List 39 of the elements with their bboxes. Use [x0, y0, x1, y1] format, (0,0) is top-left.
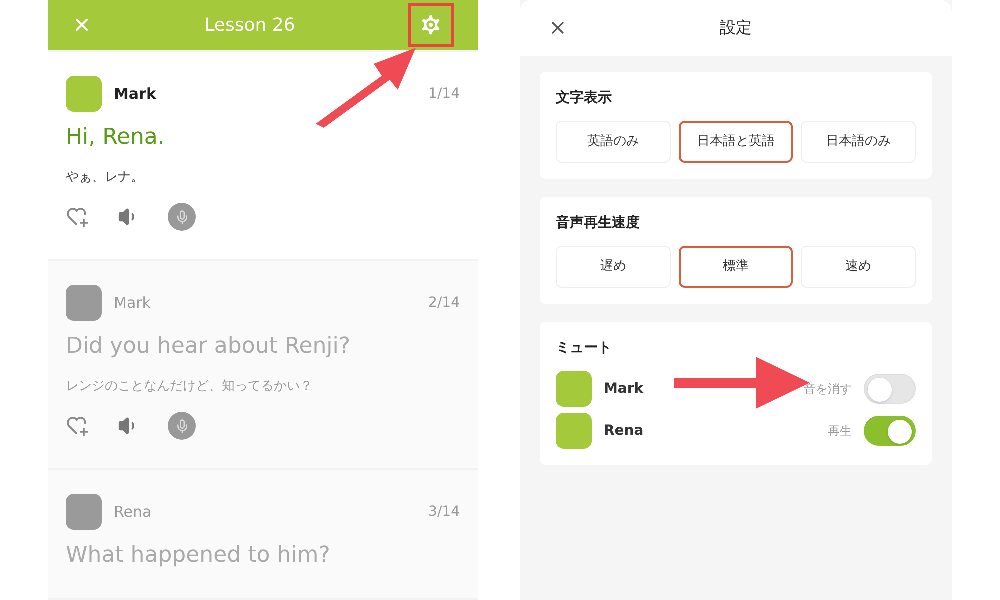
avatar-placeholder: [66, 494, 102, 530]
toggle-switch[interactable]: [864, 374, 916, 404]
speaker-name: Mark: [114, 292, 151, 314]
option-button[interactable]: 速め: [801, 246, 916, 288]
japanese-line: やぁ、レナ。: [66, 168, 145, 186]
avatar-placeholder: [66, 285, 102, 321]
lesson-title: Lesson 26: [204, 14, 296, 38]
toggle-switch[interactable]: [864, 416, 916, 446]
microphone-icon: [174, 210, 190, 224]
avatar-placeholder: [556, 371, 592, 407]
line-counter: 3/14: [428, 502, 460, 522]
settings-title: 設定: [720, 17, 753, 39]
microphone-button[interactable]: [168, 412, 196, 440]
english-line: Hi, Rena.: [66, 124, 166, 152]
speaker-name: Rena: [604, 422, 644, 440]
microphone-icon: [174, 418, 190, 434]
section-heading: 文字表示: [556, 88, 613, 108]
option-button[interactable]: 日本語と英語: [678, 121, 794, 163]
line-counter: 1/14: [428, 84, 460, 104]
mute-status: 音を消す: [804, 381, 852, 398]
japanese-line: レンジのことなんだけど、知ってるかい？: [66, 378, 314, 396]
english-line: What happened to him?: [66, 542, 332, 570]
option-button[interactable]: 遅め: [556, 246, 671, 288]
speaker-name: Mark: [114, 84, 156, 105]
line-counter: 2/14: [428, 294, 460, 312]
avatar-placeholder: [66, 76, 102, 112]
section-heading: ミュート: [556, 339, 613, 358]
speaker-name: Rena: [114, 502, 152, 523]
english-line: Did you hear about Renji?: [66, 333, 352, 360]
section-heading: 音声再生速度: [556, 214, 641, 233]
option-button[interactable]: 英語のみ: [556, 121, 671, 163]
heart-plus-icon[interactable]: [66, 206, 90, 228]
heart-plus-icon[interactable]: [66, 415, 90, 437]
option-button[interactable]: 日本語のみ: [801, 121, 916, 163]
microphone-button[interactable]: [168, 203, 196, 231]
mute-status: 再生: [828, 423, 852, 440]
speaker-name: Mark: [604, 380, 644, 398]
avatar-placeholder: [556, 413, 592, 449]
option-button[interactable]: 標準: [678, 246, 794, 288]
